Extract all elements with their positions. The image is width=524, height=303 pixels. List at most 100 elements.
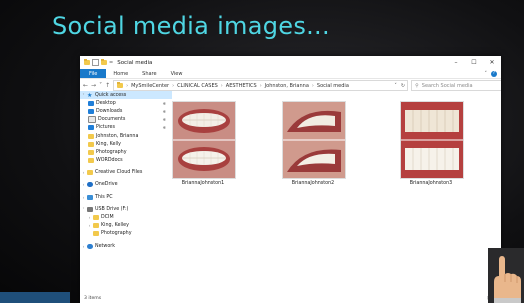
collapsed-chevron-icon[interactable]: ›	[86, 215, 93, 220]
expand-ribbon-icon[interactable]: ˅	[485, 71, 488, 77]
network-icon	[87, 243, 93, 249]
documents-icon	[88, 116, 96, 124]
taskbar-edge	[0, 292, 70, 303]
sidebar-item-label: WORDdocs	[96, 158, 123, 164]
pin-icon: ✱	[162, 117, 166, 123]
search-placeholder: Search Social media	[421, 82, 473, 89]
breadcrumb-separator: ›	[126, 82, 129, 89]
customize-toolbar-button[interactable]: =	[109, 60, 113, 66]
help-icon[interactable]: ?	[491, 70, 497, 77]
breadcrumb-item[interactable]: AESTHETICS	[226, 83, 257, 89]
collapsed-chevron-icon[interactable]: ›	[86, 223, 93, 228]
creative-cloud-icon	[87, 170, 93, 176]
usb-drive-icon	[87, 206, 93, 212]
forward-button[interactable]: →	[91, 82, 96, 89]
folder-icon	[88, 141, 94, 147]
onedrive-icon	[87, 182, 93, 188]
sidebar-item-downloads[interactable]: Downloads ✱	[80, 107, 172, 115]
sidebar-item-label: USB Drive (F:)	[95, 206, 129, 212]
ribbon-tabs: File Home Share View ˅ ?	[80, 69, 501, 79]
tab-share[interactable]: Share	[135, 69, 163, 78]
tab-file[interactable]: File	[80, 69, 107, 78]
desktop-icon	[88, 100, 94, 106]
pin-icon: ✱	[162, 100, 166, 106]
sidebar-item-label: Documents	[98, 117, 126, 123]
tab-home[interactable]: Home	[106, 69, 135, 78]
breadcrumb-item[interactable]: CLINICAL CASES	[177, 83, 218, 89]
breadcrumb-item[interactable]: Social media	[317, 83, 349, 89]
presentation-slide: Social media images... = Social media – …	[0, 0, 524, 303]
file-list: BriannaJohnston1 BriannaJohnston2 Briann…	[172, 91, 501, 292]
breadcrumb-separator: ›	[220, 82, 223, 89]
collapsed-chevron-icon[interactable]: ›	[80, 244, 87, 249]
expanded-chevron-icon[interactable]: ˅	[80, 93, 87, 98]
quick-access-toolbar: =	[84, 59, 113, 66]
refresh-icon[interactable]: ↻	[401, 83, 405, 89]
minimize-button[interactable]: –	[447, 56, 465, 69]
folder-icon	[117, 82, 124, 88]
sidebar-item-this-pc[interactable]: › This PC	[80, 193, 172, 201]
file-explorer-window: = Social media – ☐ ✕ File Home Share Vie…	[80, 56, 501, 303]
sidebar-item-creative-cloud[interactable]: › Creative Cloud Files	[80, 169, 172, 177]
search-input[interactable]: ⚲ Search Social media	[411, 80, 501, 91]
sidebar-item-king-kelly[interactable]: King, Kelly	[80, 140, 172, 148]
sidebar-item-label: This PC	[95, 194, 113, 200]
download-icon	[88, 108, 94, 114]
sidebar-item-network[interactable]: › Network	[80, 242, 172, 250]
file-name-label[interactable]: BriannaJohnston3	[386, 181, 476, 186]
sidebar-item-usb-photography[interactable]: Photography	[80, 230, 172, 238]
tab-view[interactable]: View	[164, 69, 190, 78]
breadcrumb-separator: ›	[172, 82, 175, 89]
collapsed-chevron-icon[interactable]: ›	[80, 182, 87, 187]
breadcrumb-item[interactable]: MySmileCenter	[131, 83, 169, 89]
star-icon: ★	[87, 91, 93, 99]
image-thumbnail[interactable]	[400, 101, 464, 179]
sidebar-item-photography[interactable]: Photography	[80, 148, 172, 156]
sidebar-item-label: King, Kelley	[101, 223, 129, 229]
window-title: Social media	[117, 59, 153, 66]
up-button[interactable]: ↑	[105, 82, 110, 89]
pointing-hand-icon	[488, 248, 524, 303]
file-name-label[interactable]: BriannaJohnston2	[268, 181, 358, 186]
sidebar-item-label: Quick access	[95, 92, 127, 98]
sidebar-item-dcim[interactable]: › DCIM	[80, 213, 172, 221]
sidebar-item-label: Network	[95, 243, 116, 249]
folder-icon	[93, 215, 99, 221]
close-button[interactable]: ✕	[483, 56, 501, 69]
computer-icon	[87, 194, 93, 200]
folder-icon	[88, 149, 94, 155]
file-name-label[interactable]: BriannaJohnston1	[158, 181, 248, 186]
sidebar-item-johnston-brianna[interactable]: Johnston, Brianna	[80, 132, 172, 140]
maximize-button[interactable]: ☐	[465, 56, 483, 69]
image-thumbnail[interactable]	[282, 101, 346, 179]
sidebar-item-worddocs[interactable]: WORDdocs	[80, 157, 172, 165]
pin-icon: ✱	[162, 108, 166, 114]
folder-icon	[88, 158, 94, 164]
recent-locations-button[interactable]: ˅	[99, 82, 102, 89]
collapsed-chevron-icon[interactable]: ›	[80, 195, 87, 200]
sidebar-item-pictures[interactable]: Pictures ✱	[80, 124, 172, 132]
new-folder-icon[interactable]	[101, 59, 107, 65]
sidebar-item-documents[interactable]: Documents ✱	[80, 116, 172, 124]
properties-icon[interactable]	[92, 59, 99, 66]
sidebar-item-king-kelley[interactable]: › King, Kelley	[80, 222, 172, 230]
sidebar-item-label: Photography	[96, 149, 127, 155]
sidebar-item-quick-access[interactable]: ˅ ★ Quick access	[80, 91, 172, 100]
breadcrumb-separator: ›	[311, 82, 314, 89]
sidebar-item-desktop[interactable]: Desktop ✱	[80, 99, 172, 107]
expanded-chevron-icon[interactable]: ˅	[80, 207, 87, 212]
slide-title: Social media images...	[52, 12, 330, 40]
address-dropdown-icon[interactable]: ˅	[394, 83, 397, 89]
sidebar-item-label: Photography	[101, 231, 132, 237]
sidebar-item-label: King, Kelly	[96, 141, 121, 147]
collapsed-chevron-icon[interactable]: ›	[80, 170, 87, 175]
address-bar[interactable]: › MySmileCenter › CLINICAL CASES › AESTH…	[113, 80, 409, 91]
sidebar-item-label: Downloads	[96, 108, 123, 114]
sidebar-item-usb-drive[interactable]: ˅ USB Drive (F:)	[80, 205, 172, 213]
image-thumbnail[interactable]	[172, 101, 236, 179]
sidebar-item-label: DCIM	[101, 215, 114, 221]
navigation-pane: ˅ ★ Quick access Desktop ✱ Downloads ✱ D…	[80, 91, 172, 292]
back-button[interactable]: ←	[83, 82, 88, 89]
breadcrumb-item[interactable]: Johnston, Brianna	[265, 83, 309, 89]
sidebar-item-label: Creative Cloud Files	[95, 170, 143, 176]
